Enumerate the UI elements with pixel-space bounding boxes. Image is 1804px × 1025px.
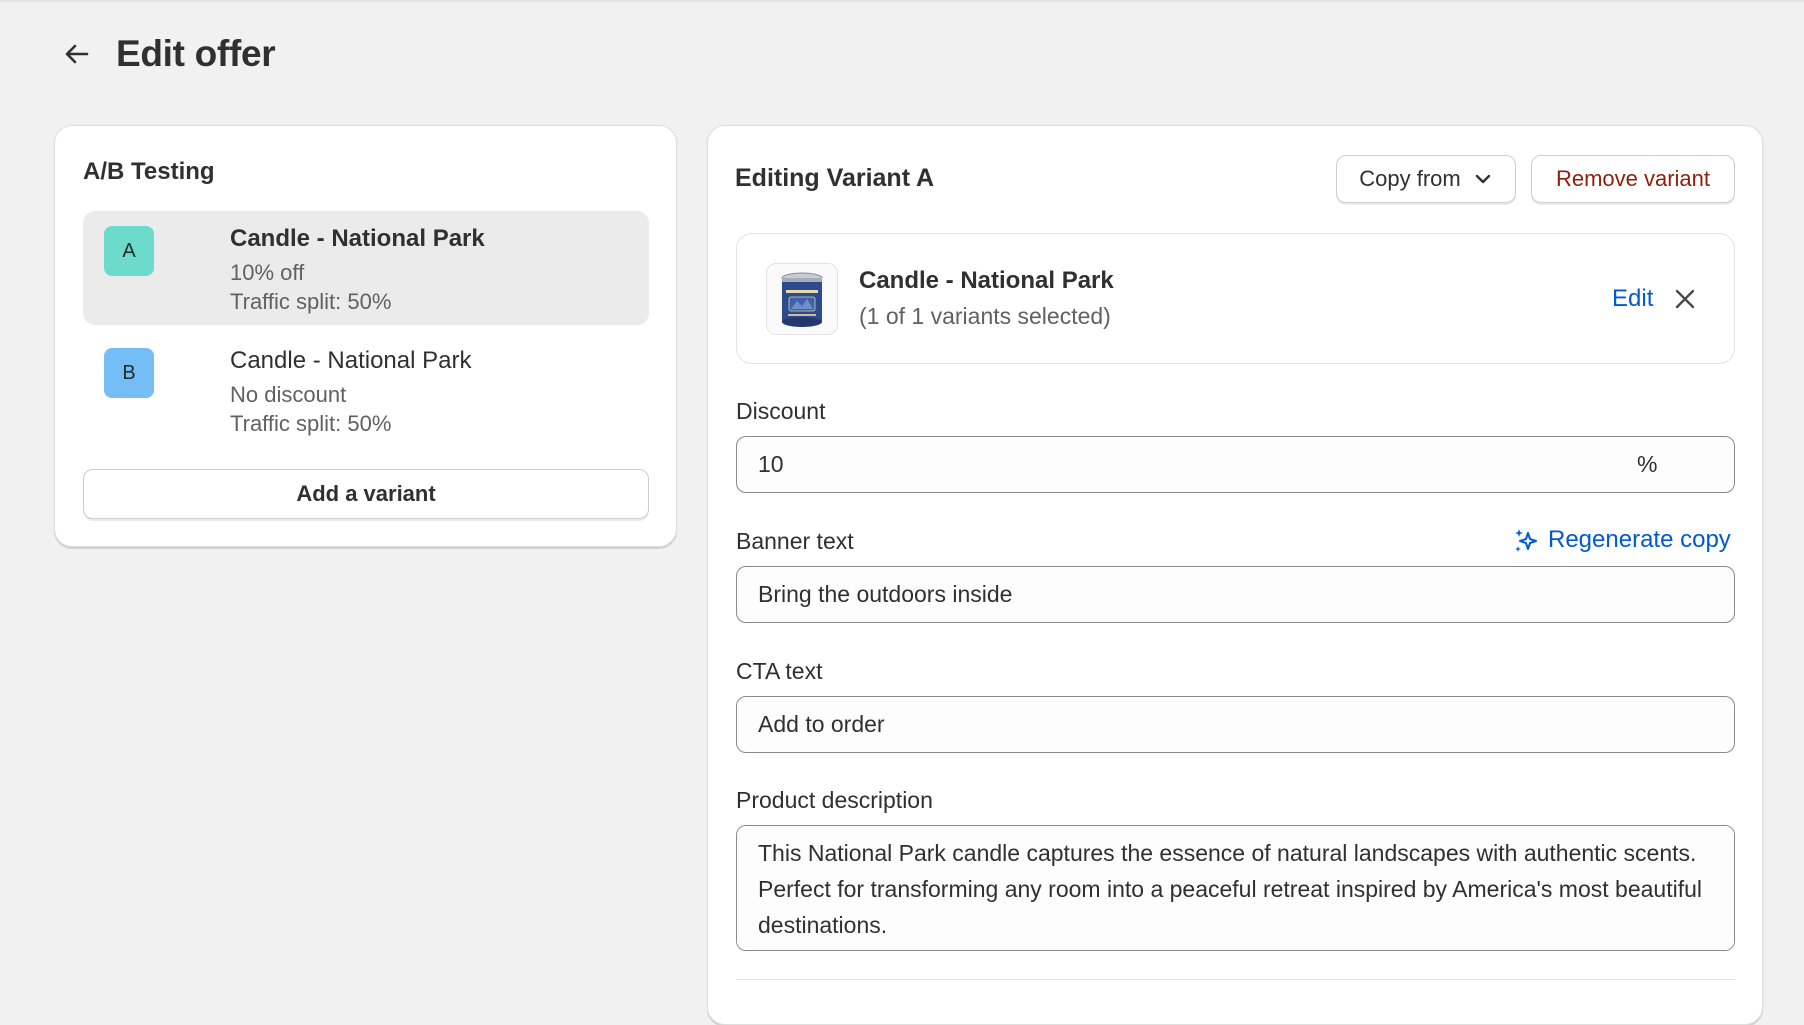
top-border <box>0 0 1804 2</box>
ab-testing-card: A/B Testing A Candle - National Park 10%… <box>54 125 677 547</box>
editing-variant-title: Editing Variant A <box>735 164 935 192</box>
product-name: Candle - National Park <box>859 267 1114 294</box>
discount-input[interactable] <box>736 436 1735 493</box>
banner-text-input[interactable] <box>736 566 1735 623</box>
remove-product-button[interactable] <box>1670 284 1700 314</box>
variant-name: Candle - National Park <box>230 225 485 252</box>
page-header: Edit offer <box>60 32 276 76</box>
edit-product-link[interactable]: Edit <box>1612 285 1653 313</box>
sparkle-icon <box>1515 529 1537 552</box>
product-selection: (1 of 1 variants selected) <box>859 303 1111 329</box>
copy-from-label: Copy from <box>1359 166 1461 191</box>
discount-suffix: % <box>1637 451 1658 477</box>
variant-a-row[interactable]: A Candle - National Park 10% off Traffic… <box>83 211 649 325</box>
cta-text-label: CTA text <box>736 658 823 684</box>
remove-variant-button[interactable]: Remove variant <box>1531 155 1735 203</box>
variant-traffic-split: Traffic split: 50% <box>230 411 392 436</box>
variant-name: Candle - National Park <box>230 347 472 374</box>
variant-b-row[interactable]: B Candle - National Park No discount Tra… <box>83 333 649 447</box>
cta-text-input[interactable] <box>736 696 1735 753</box>
section-divider <box>736 979 1735 980</box>
product-card: Candle - National Park (1 of 1 variants … <box>736 233 1735 364</box>
page-title: Edit offer <box>116 33 276 74</box>
variant-badge: A <box>104 226 154 276</box>
product-description-textarea[interactable]: This National Park candle captures the e… <box>736 825 1735 951</box>
banner-text-label: Banner text <box>736 528 854 554</box>
product-thumbnail <box>766 263 838 335</box>
discount-label: Discount <box>736 398 826 424</box>
arrow-left-icon <box>65 44 89 64</box>
edit-variant-card: Editing Variant A Copy from Remove varia… <box>707 125 1763 1025</box>
variant-discount: 10% off <box>230 260 305 285</box>
variant-traffic-split: Traffic split: 50% <box>230 289 392 314</box>
copy-from-button[interactable]: Copy from <box>1336 155 1516 203</box>
add-variant-button[interactable]: Add a variant <box>83 469 649 519</box>
candle-tin-image <box>781 272 823 327</box>
back-button[interactable] <box>60 37 94 71</box>
product-description-label: Product description <box>736 787 933 813</box>
ab-testing-title: A/B Testing <box>83 158 215 185</box>
regenerate-copy-label: Regenerate copy <box>1548 526 1731 553</box>
variant-badge: B <box>104 348 154 398</box>
regenerate-copy-button[interactable]: Regenerate copy <box>1514 526 1731 554</box>
close-icon <box>1675 289 1695 309</box>
chevron-down-icon <box>1475 174 1490 184</box>
variant-discount: No discount <box>230 382 347 407</box>
